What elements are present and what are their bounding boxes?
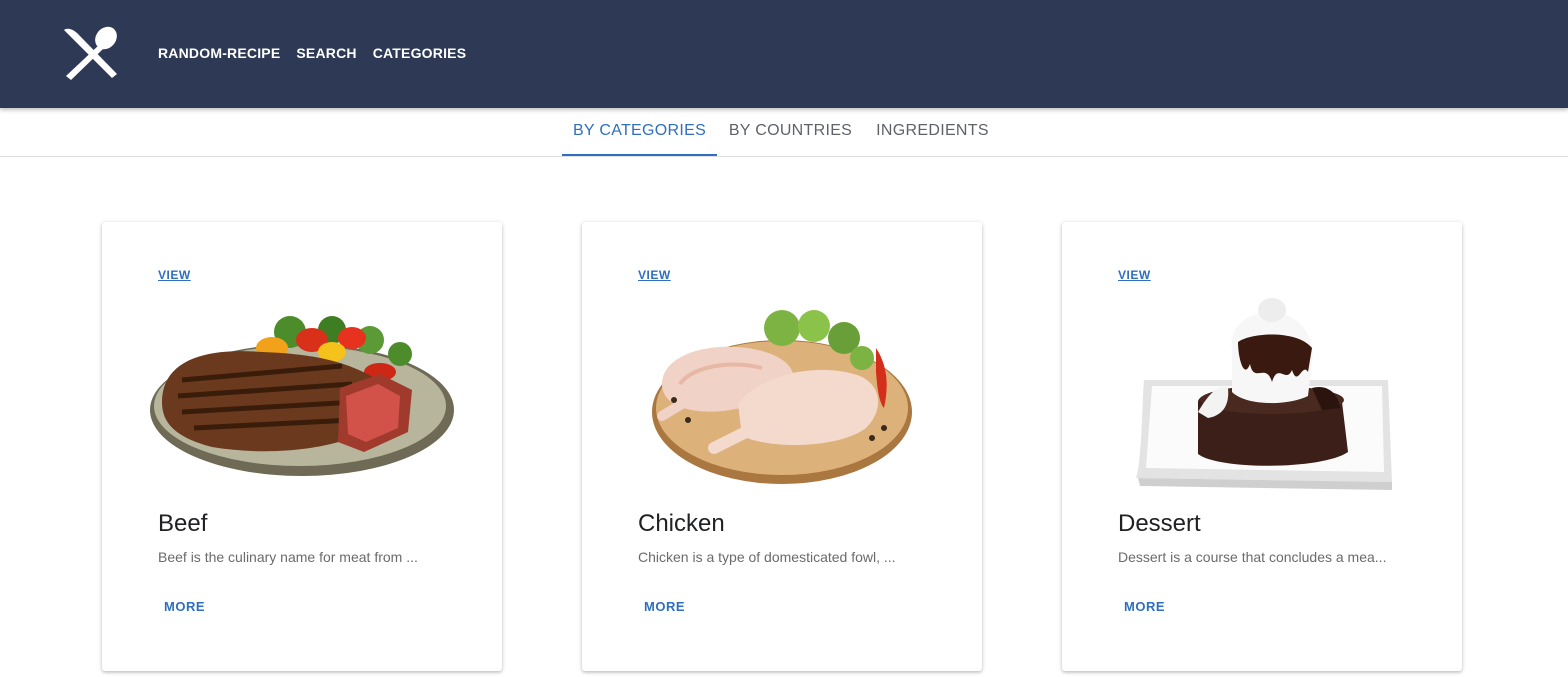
card-description: Chicken is a type of domesticated fowl, …: [638, 549, 896, 565]
view-link[interactable]: VIEW: [1118, 268, 1151, 282]
tab-by-categories[interactable]: BY CATEGORIES: [562, 108, 717, 156]
app-bar: RANDOM-RECIPE SEARCH CATEGORIES: [0, 0, 1568, 108]
beef-image: [150, 316, 454, 476]
fork-knife-icon[interactable]: [60, 24, 122, 82]
card-description: Beef is the culinary name for meat from …: [158, 549, 418, 565]
category-card-dessert: VIEW Dessert Dessert is a course that co…: [1062, 222, 1462, 671]
view-link[interactable]: VIEW: [158, 268, 191, 282]
card-title: Chicken: [638, 510, 725, 537]
more-button[interactable]: MORE: [158, 596, 211, 618]
view-link[interactable]: VIEW: [638, 268, 671, 282]
more-button[interactable]: MORE: [638, 596, 691, 618]
category-card-beef: VIEW Beef Beef is the culinary name for …: [102, 222, 502, 671]
tab-by-countries[interactable]: BY COUNTRIES: [717, 108, 864, 156]
tab-ingredients[interactable]: INGREDIENTS: [864, 108, 1001, 156]
nav-random-recipe[interactable]: RANDOM-RECIPE: [150, 42, 288, 64]
more-button[interactable]: MORE: [1118, 596, 1171, 618]
tab-bar: BY CATEGORIES BY COUNTRIES INGREDIENTS: [0, 108, 1568, 157]
main-nav: RANDOM-RECIPE SEARCH CATEGORIES: [150, 42, 474, 64]
nav-search[interactable]: SEARCH: [288, 42, 364, 64]
card-title: Beef: [158, 510, 208, 537]
chicken-image: [652, 310, 912, 484]
dessert-image: [1136, 298, 1392, 490]
nav-categories[interactable]: CATEGORIES: [365, 42, 475, 64]
card-title: Dessert: [1118, 510, 1201, 537]
category-card-chicken: VIEW Chicken Chicken is a type of domest…: [582, 222, 982, 671]
card-description: Dessert is a course that concludes a mea…: [1118, 549, 1387, 565]
